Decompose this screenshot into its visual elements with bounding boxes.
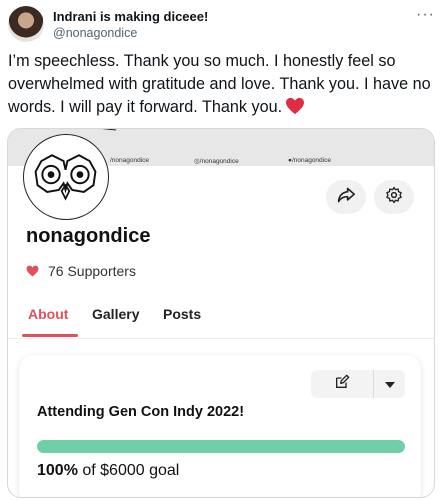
tweet-header: Indrani is making diceee! @nonagondice ·…: [8, 4, 439, 44]
goal-progress-fill: [37, 440, 405, 453]
goal-actions: [311, 370, 405, 398]
share-icon: [336, 186, 356, 209]
user-handle[interactable]: @nonagondice: [53, 26, 137, 40]
avatar[interactable]: [8, 6, 44, 42]
creator-name: nonagondice: [26, 225, 151, 247]
tweet-text: I’m speechless. Thank you so much. I hon…: [8, 50, 436, 122]
supporters-count: 76 Supporters: [26, 263, 136, 279]
caret-down-icon: [384, 375, 395, 393]
red-heart-emoji-icon: [285, 97, 305, 122]
edit-goal-button[interactable]: [311, 370, 374, 398]
banner-link-instagram: ◎/nonagondice: [194, 158, 239, 165]
goal-progress-bar: [37, 440, 405, 453]
tab-posts[interactable]: Posts: [163, 306, 201, 322]
active-tab-indicator: [22, 334, 78, 337]
banner-link-web: /nonagondice: [110, 157, 150, 164]
goal-percent: 100%: [37, 462, 78, 479]
goal-options-dropdown[interactable]: [374, 370, 405, 398]
goal-title: Attending Gen Con Indy 2022!: [37, 404, 245, 420]
tab-about[interactable]: About: [28, 306, 68, 322]
display-name[interactable]: Indrani is making diceee!: [53, 9, 208, 24]
supporters-label: 76 Supporters: [48, 263, 136, 279]
link-preview-card[interactable]: /nonagondice ◎/nonagondice ●/nonagondice…: [7, 128, 435, 498]
owl-logo-icon: [23, 134, 109, 220]
share-button[interactable]: [326, 180, 366, 214]
more-horizontal-icon[interactable]: ···: [416, 6, 435, 24]
banner-link-twitter: ●/nonagondice: [288, 157, 331, 164]
tabs-divider: [8, 338, 434, 339]
goal-card: Attending Gen Con Indy 2022! 100% of $60…: [19, 355, 421, 497]
tab-gallery[interactable]: Gallery: [92, 306, 139, 322]
gear-icon: [385, 186, 403, 209]
settings-button[interactable]: [374, 180, 414, 214]
heart-icon: [26, 265, 39, 277]
goal-amount: of $6000 goal: [77, 462, 180, 479]
edit-icon: [334, 374, 350, 395]
tweet-text-content: I’m speechless. Thank you so much. I hon…: [8, 52, 431, 116]
goal-status: 100% of $6000 goal: [37, 462, 179, 480]
